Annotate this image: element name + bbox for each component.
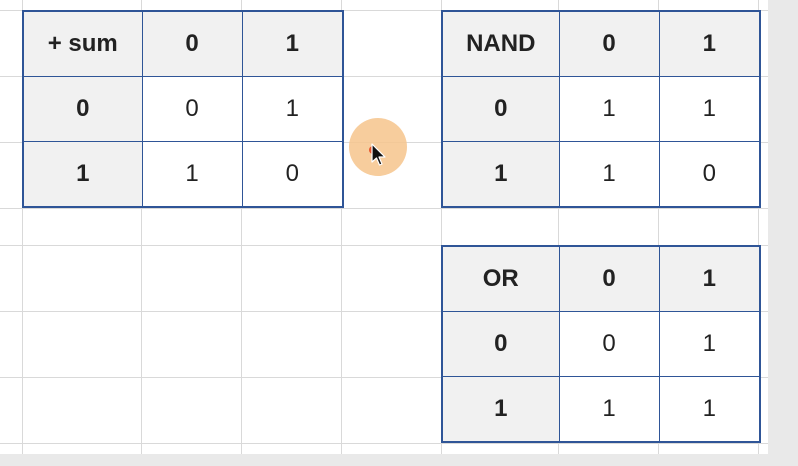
table-cell[interactable]: 0 xyxy=(558,311,660,377)
table-cell[interactable]: 1 xyxy=(658,375,761,443)
table-row: 1 1 0 xyxy=(22,140,344,208)
table-cell-column-header[interactable]: 1 xyxy=(658,245,761,313)
table-header-row: NAND 0 1 xyxy=(441,10,761,78)
table-cell-column-header[interactable]: 0 xyxy=(558,245,660,313)
table-cell[interactable]: 1 xyxy=(558,76,660,142)
table-cell-operator[interactable]: OR xyxy=(441,245,560,313)
table-cell[interactable]: 1 xyxy=(658,311,761,377)
table-cell[interactable]: 1 xyxy=(558,140,660,208)
table-cell[interactable]: 1 xyxy=(141,140,243,208)
table-cell-column-header[interactable]: 0 xyxy=(141,10,243,78)
nand-truth-table: NAND 0 1 0 1 1 1 1 0 xyxy=(441,10,761,208)
table-cell-row-header[interactable]: 1 xyxy=(441,140,560,208)
table-cell[interactable]: 1 xyxy=(558,375,660,443)
table-cell[interactable]: 1 xyxy=(658,76,761,142)
arrow-pointer-icon xyxy=(371,143,386,166)
table-row: 1 1 1 xyxy=(441,375,761,443)
table-row: 1 1 0 xyxy=(441,140,761,208)
table-cell-row-header[interactable]: 0 xyxy=(441,76,560,142)
table-cell-operator[interactable]: + sum xyxy=(22,10,143,78)
table-cell-row-header[interactable]: 0 xyxy=(22,76,143,142)
sum-truth-table: + sum 0 1 0 0 1 1 1 0 xyxy=(22,10,344,208)
gridline xyxy=(0,208,768,209)
table-cell-column-header[interactable]: 0 xyxy=(558,10,660,78)
table-cell-column-header[interactable]: 1 xyxy=(241,10,344,78)
table-cell-row-header[interactable]: 1 xyxy=(22,140,143,208)
table-cell-column-header[interactable]: 1 xyxy=(658,10,761,78)
table-row: 0 0 1 xyxy=(441,311,761,377)
table-cell-row-header[interactable]: 1 xyxy=(441,375,560,443)
table-header-row: OR 0 1 xyxy=(441,245,761,313)
gridline xyxy=(0,443,768,444)
table-cell-operator[interactable]: NAND xyxy=(441,10,560,78)
table-cell[interactable]: 0 xyxy=(241,140,344,208)
table-cell[interactable]: 0 xyxy=(141,76,243,142)
or-truth-table: OR 0 1 0 0 1 1 1 1 xyxy=(441,245,761,443)
spreadsheet-grid[interactable]: + sum 0 1 0 0 1 1 1 0 NAND 0 1 0 1 1 1 1… xyxy=(0,0,768,454)
table-row: 0 0 1 xyxy=(22,76,344,142)
table-cell-row-header[interactable]: 0 xyxy=(441,311,560,377)
table-header-row: + sum 0 1 xyxy=(22,10,344,78)
table-cell[interactable]: 0 xyxy=(658,140,761,208)
table-row: 0 1 1 xyxy=(441,76,761,142)
table-cell[interactable]: 1 xyxy=(241,76,344,142)
